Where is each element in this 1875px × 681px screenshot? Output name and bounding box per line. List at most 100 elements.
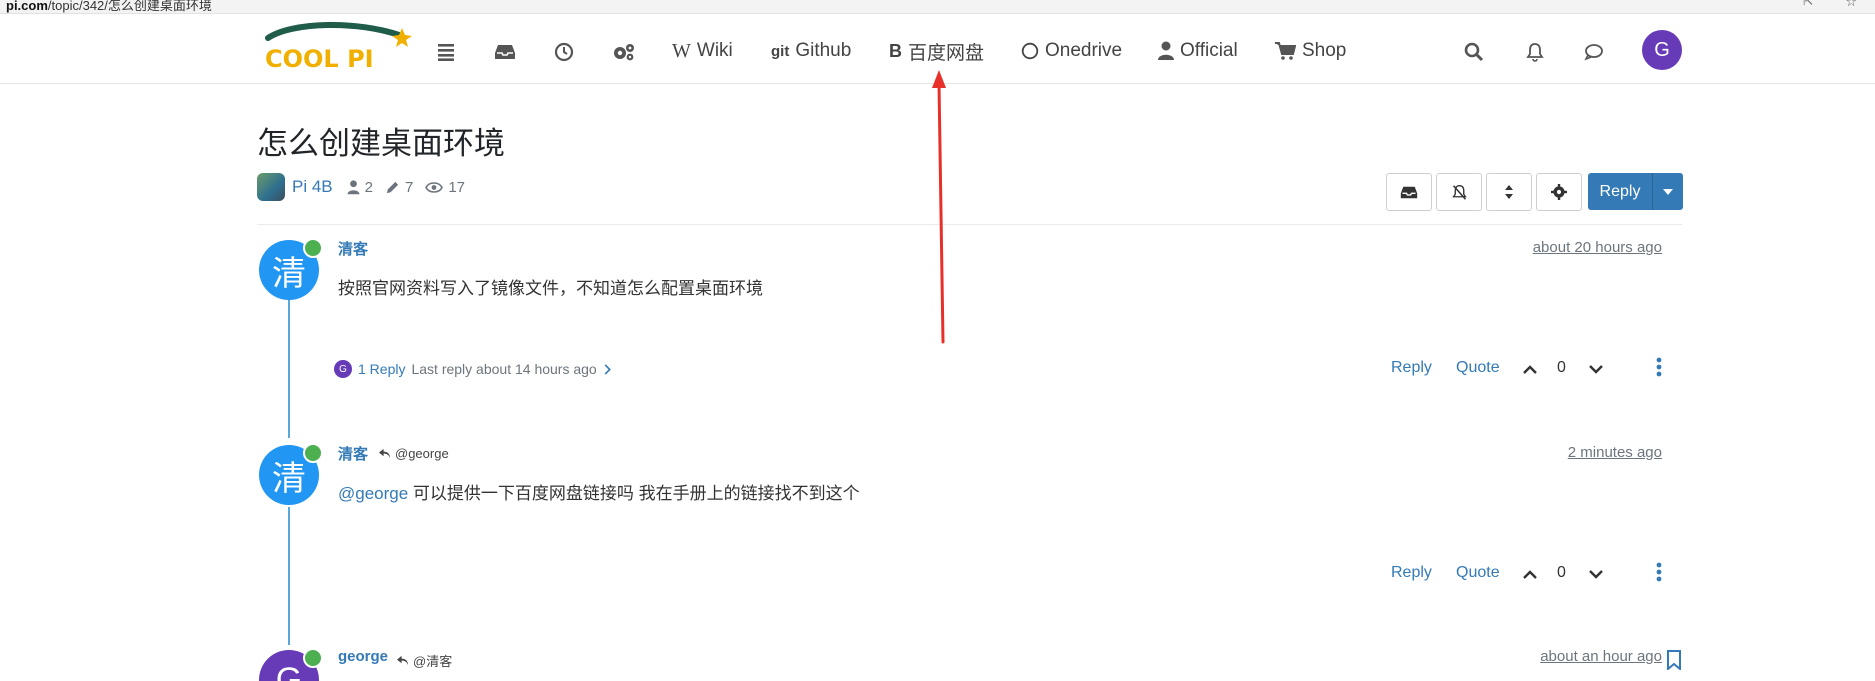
parent-post-link[interactable]: @george [378, 446, 449, 461]
chats-bubble-icon[interactable] [1584, 40, 1604, 64]
post-quote-button[interactable]: Quote [1456, 564, 1500, 582]
page-title: 怎么创建桌面环境 [257, 126, 505, 161]
nav-link-shop[interactable]: Shop [1274, 38, 1346, 64]
vote-count: 0 [1557, 564, 1566, 581]
site-logo[interactable]: COOL PI [262, 14, 412, 74]
post-item: 清 清客 @george 2 minutes ago @george 可以提供一… [257, 443, 1682, 613]
recent-clock-icon[interactable] [554, 40, 574, 64]
online-status-dot [303, 648, 323, 668]
thread-tools-button[interactable] [1536, 173, 1582, 211]
user-mention-link[interactable]: @george [338, 484, 408, 503]
nav-link-label: Wiki [696, 40, 733, 61]
caret-down-icon [1663, 188, 1673, 195]
sort-icon [1505, 185, 1513, 199]
posters-stat: 2 [347, 179, 373, 196]
nav-link-baidu-pan[interactable]: B 百度网盘 [889, 38, 984, 64]
bookmark-button[interactable] [1667, 650, 1681, 675]
nav-link-github[interactable]: git Github [771, 38, 851, 64]
downvote-button[interactable] [1588, 565, 1604, 583]
chevron-down-icon [1589, 569, 1603, 579]
baidu-icon: B [889, 40, 902, 61]
git-icon: git [771, 42, 790, 60]
post-content: 按照官网资料写入了镜像文件，不知道怎么配置桌面环境 [338, 279, 763, 298]
url-text[interactable]: pi.com/topic/342/怎么创建桌面环境 [6, 0, 212, 13]
circle-icon [1021, 42, 1039, 60]
reply-button[interactable]: Reply [1588, 173, 1652, 210]
views-stat: 17 [425, 179, 465, 196]
vertical-ellipsis-icon [1656, 562, 1662, 582]
downvote-button[interactable] [1588, 360, 1604, 378]
chevron-down-icon [1589, 364, 1603, 374]
chevron-up-icon [1523, 569, 1537, 579]
nav-link-onedrive[interactable]: Onedrive [1021, 38, 1122, 64]
post-author[interactable]: 清客 [338, 238, 368, 259]
reply-arrow-icon [397, 655, 408, 666]
category-link[interactable]: Pi 4B [292, 177, 333, 197]
posts-count: 7 [404, 178, 414, 196]
parent-post-link[interactable]: @清客 [396, 651, 452, 670]
search-icon[interactable] [1464, 40, 1484, 64]
pencil-icon [386, 181, 399, 193]
nav-link-label: Onedrive [1045, 40, 1123, 61]
post-author[interactable]: george [338, 648, 388, 665]
replies-summary[interactable]: G 1 Reply Last reply about 14 hours ago [334, 360, 611, 378]
shopping-cart-icon [1275, 42, 1296, 60]
post-content-text: 可以提供一下百度网盘链接吗 我在手册上的链接找不到这个 [408, 484, 860, 503]
post-quote-button[interactable]: Quote [1456, 359, 1500, 377]
views-count: 17 [448, 178, 466, 196]
post-timestamp[interactable]: 2 minutes ago [1568, 444, 1662, 461]
bookmark-icon [1667, 650, 1681, 672]
notifications-bell-icon[interactable] [1526, 40, 1544, 64]
inbox-icon [1400, 186, 1418, 198]
post-timestamp[interactable]: about 20 hours ago [1533, 239, 1662, 256]
nav-link-label: 百度网盘 [908, 42, 985, 64]
watch-toggle-button[interactable] [1436, 173, 1482, 211]
menu-list-icon[interactable] [436, 40, 456, 64]
online-status-dot [303, 238, 323, 258]
replies-count: 1 Reply [358, 361, 406, 377]
user-icon [1158, 41, 1174, 60]
browser-url-bar[interactable]: pi.com/topic/342/怎么创建桌面环境 ⇱ ☆ [0, 0, 1875, 14]
inbox-icon[interactable] [494, 40, 516, 64]
browser-extension-icon[interactable]: ⇱ [1803, 0, 1813, 8]
reply-dropdown-button[interactable] [1652, 173, 1683, 210]
nav-link-label: Github [795, 40, 852, 61]
posters-count: 2 [364, 178, 373, 196]
post-author[interactable]: 清客 [338, 443, 368, 464]
reply-avatar: G [334, 360, 352, 378]
posts-stat: 7 [385, 179, 413, 196]
logo-wordmark: COOL PI [265, 45, 374, 73]
parent-post-label: @清客 [413, 654, 453, 669]
upvote-button[interactable] [1522, 565, 1538, 583]
upvote-button[interactable] [1522, 360, 1538, 378]
topic-meta: Pi 4B 2 7 17 [257, 173, 477, 201]
vote-count: 0 [1557, 359, 1566, 376]
online-status-dot [303, 443, 323, 463]
gear-icon [1551, 184, 1567, 200]
move-to-inbox-button[interactable] [1386, 173, 1432, 211]
parent-post-label: @george [395, 446, 449, 461]
user-icon [347, 179, 360, 194]
nav-link-official[interactable]: Official [1158, 38, 1238, 64]
header-divider [257, 224, 1682, 225]
bookmark-star-icon[interactable]: ☆ [1845, 0, 1857, 10]
post-reply-button[interactable]: Reply [1391, 564, 1432, 582]
nav-link-wiki[interactable]: W Wiki [672, 38, 733, 64]
reply-arrow-icon [379, 448, 390, 459]
nav-link-label: Official [1180, 40, 1238, 61]
nav-link-label: Shop [1302, 40, 1347, 61]
post-timestamp[interactable]: about an hour ago [1540, 648, 1662, 665]
post-more-button[interactable] [1654, 561, 1664, 583]
last-reply-text: Last reply about 14 hours ago [411, 361, 597, 377]
post-content: @george 可以提供一下百度网盘链接吗 我在手册上的链接找不到这个 [338, 479, 860, 504]
chevron-right-icon [604, 363, 611, 375]
user-avatar[interactable]: G [1642, 30, 1682, 70]
post-reply-button[interactable]: Reply [1391, 359, 1432, 377]
eye-icon [425, 181, 444, 193]
settings-gears-icon[interactable] [612, 40, 636, 64]
category-thumbnail[interactable] [257, 173, 285, 201]
post-more-button[interactable] [1654, 356, 1664, 378]
vertical-ellipsis-icon [1656, 357, 1662, 377]
wiki-icon: W [672, 39, 691, 62]
sort-button[interactable] [1486, 173, 1532, 211]
